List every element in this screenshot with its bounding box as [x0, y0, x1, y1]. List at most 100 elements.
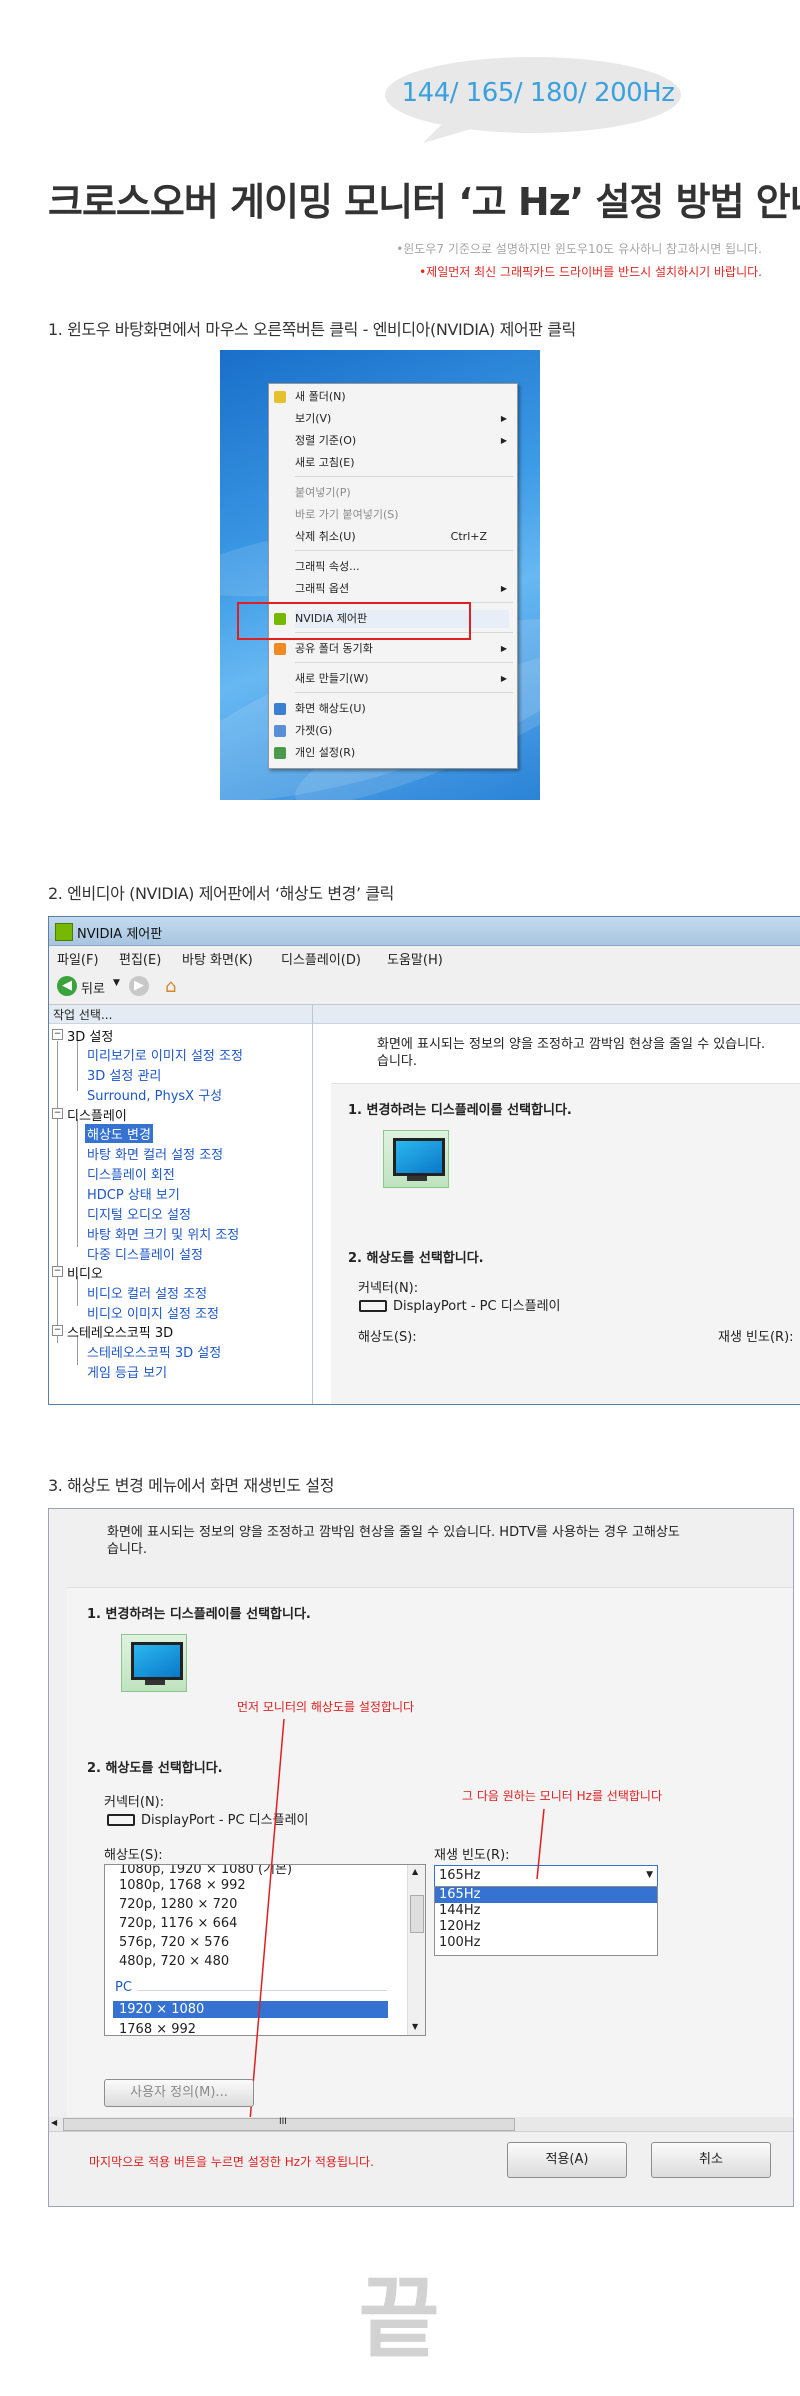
collapse-toggle[interactable]: − — [52, 1108, 63, 1119]
collapse-toggle[interactable]: − — [52, 1266, 63, 1277]
display-icon — [274, 703, 286, 715]
folder-icon — [274, 391, 286, 403]
section-select-resolution: 2. 해상도를 선택합니다. — [348, 1251, 484, 1266]
ctx-screen-resolution[interactable]: 화면 해상도(U) — [274, 700, 509, 718]
horizontal-scrollbar[interactable]: ◀ III — [49, 2117, 793, 2131]
tree-item-surround-physx[interactable]: Surround, PhysX 구성 — [87, 1085, 222, 1104]
submenu-arrow-icon: ▶ — [500, 644, 507, 653]
menu-edit[interactable]: 편집(E) — [119, 949, 161, 968]
tree-item-stereoscopic-settings[interactable]: 스테레오스코픽 3D 설정 — [87, 1342, 221, 1361]
tree-item-desktop-color[interactable]: 바탕 화면 컬러 설정 조정 — [87, 1144, 223, 1163]
tree-item-video-color[interactable]: 비디오 컬러 설정 조정 — [87, 1283, 207, 1302]
back-arrow-icon[interactable]: ◀ — [57, 976, 77, 996]
refresh-rate-headline: 144/ 165/ 180/ 200Hz — [401, 78, 675, 108]
home-icon[interactable]: ⌂ — [165, 976, 187, 998]
tree-item-game-ratings[interactable]: 게임 등급 보기 — [87, 1362, 167, 1381]
shortcut-text: Ctrl+Z — [450, 530, 487, 543]
note-windows-version: •윈도우7 기준으로 설명하지만 윈도우10도 유사하니 참고하시면 됩니다. — [396, 242, 762, 256]
task-tree-panel: 작업 선택... − − − − 3D 설정 미리보기로 이미지 설정 조정 3… — [49, 1005, 313, 1404]
tree-item-digital-audio[interactable]: 디지털 오디오 설정 — [87, 1204, 191, 1223]
menu-separator — [295, 476, 513, 477]
ctx-sync-folder[interactable]: 공유 폴더 동기화 ▶ — [274, 640, 509, 658]
ctx-graphics-options[interactable]: 그래픽 옵션 ▶ — [295, 580, 509, 598]
scroll-grip: III — [279, 2117, 287, 2127]
displayport-icon — [359, 1300, 387, 1312]
ctx-view[interactable]: 보기(V) ▶ — [295, 410, 509, 428]
note-driver-warning: •제일먼저 최신 그래픽카드 드라이버를 반드시 설치하시기 바랍니다. — [419, 265, 762, 279]
step-2-heading: 2. 엔비디아 (NVIDIA) 제어판에서 ‘해상도 변경’ 클릭 — [48, 884, 394, 903]
tree-line — [77, 1041, 78, 1091]
menu-file[interactable]: 파일(F) — [57, 949, 99, 968]
monitor-icon[interactable] — [383, 1130, 449, 1188]
task-header: 작업 선택... — [53, 1008, 113, 1022]
step-3-heading: 3. 해상도 변경 메뉴에서 화면 재생빈도 설정 — [48, 1476, 335, 1495]
end-mark: 끝 — [358, 2267, 442, 2370]
tree-category-3d[interactable]: 3D 설정 — [67, 1026, 113, 1045]
toolbar: ◀ 뒤로 ▼ ▶ ⌂ — [49, 968, 800, 1005]
connector-value: DisplayPort - PC 디스플레이 — [393, 1299, 561, 1314]
menu-separator — [295, 692, 513, 693]
ctx-sort-by[interactable]: 정렬 기준(O) ▶ — [295, 432, 509, 450]
scroll-thumb[interactable] — [63, 2118, 515, 2131]
window-title: NVIDIA 제어판 — [77, 927, 163, 942]
window-titlebar: NVIDIA 제어판 — [49, 917, 800, 946]
submenu-arrow-icon: ▶ — [500, 584, 507, 593]
menu-bar: 파일(F) 편집(E) 바탕 화면(K) 디스플레이(D) 도움말(H) — [49, 946, 800, 968]
connector-label: 커넥터(N): — [358, 1281, 419, 1296]
panel-header-bar — [313, 1005, 800, 1024]
ctx-refresh[interactable]: 새로 고침(E) — [295, 454, 509, 472]
refresh-rate-label: 재생 빈도(R): — [718, 1330, 794, 1345]
resolution-label: 해상도(S): — [358, 1330, 417, 1345]
tree-item-multiple-displays[interactable]: 다중 디스플레이 설정 — [87, 1244, 203, 1263]
ctx-personalize[interactable]: 개인 설정(R) — [274, 744, 509, 762]
ctx-graphics-properties[interactable]: 그래픽 속성... — [295, 558, 509, 576]
ctx-new-folder[interactable]: 새 폴더(N) — [274, 388, 509, 406]
dropdown-arrow-icon[interactable]: ▼ — [113, 978, 120, 988]
ctx-new[interactable]: 새로 만들기(W) ▶ — [295, 670, 509, 688]
tree-line — [77, 1119, 78, 1247]
nvidia-control-panel-window: NVIDIA 제어판 파일(F) 편집(E) 바탕 화면(K) 디스플레이(D)… — [48, 916, 800, 1405]
forward-arrow-icon[interactable]: ▶ — [129, 976, 149, 996]
desktop-context-menu: 새 폴더(N) 보기(V) ▶ 정렬 기준(O) ▶ 새로 고침(E) 붙여넣기(P… — [268, 383, 518, 769]
tree-item-preview-image-settings[interactable]: 미리보기로 이미지 설정 조정 — [87, 1045, 243, 1064]
apply-button[interactable]: 적용(A) — [507, 2142, 627, 2178]
page-title: 크로스오버 게이밍 모니터 ‘고 Hz’ 설정 방법 안내 — [48, 180, 800, 224]
panel-description: 화면에 표시되는 정보의 양을 조정하고 깜박임 현상을 줄일 수 있습니다. — [377, 1037, 766, 1052]
menu-separator — [295, 662, 513, 663]
resolution-settings-window: 화면에 표시되는 정보의 양을 조정하고 깜박임 현상을 줄일 수 있습니다. … — [48, 1508, 794, 2207]
ctx-paste: 붙여넣기(P) — [295, 486, 351, 499]
collapse-toggle[interactable]: − — [52, 1029, 63, 1040]
tree-category-video[interactable]: 비디오 — [67, 1263, 103, 1282]
tree-item-desktop-size-position[interactable]: 바탕 화면 크기 및 위치 조정 — [87, 1224, 239, 1243]
personalize-icon — [274, 747, 286, 759]
tree-item-manage-3d[interactable]: 3D 설정 관리 — [87, 1065, 161, 1084]
menu-display[interactable]: 디스플레이(D) — [281, 949, 361, 968]
submenu-arrow-icon: ▶ — [500, 436, 507, 445]
panel-description-wrap: 습니다. — [377, 1054, 418, 1069]
tree-category-display[interactable]: 디스플레이 — [67, 1105, 127, 1124]
bottom-bar: 마지막으로 적용 버튼을 누르면 설정한 Hz가 적용됩니다. 적용(A) 취소 — [49, 2131, 793, 2206]
ctx-gadgets[interactable]: 가젯(G) — [274, 722, 509, 740]
submenu-arrow-icon: ▶ — [500, 414, 507, 423]
tree-item-change-resolution[interactable]: 해상도 변경 — [85, 1124, 153, 1143]
ctx-paste-shortcut: 바로 가기 붙여넣기(S) — [295, 508, 399, 521]
submenu-arrow-icon: ▶ — [500, 674, 507, 683]
menu-desktop[interactable]: 바탕 화면(K) — [182, 949, 253, 968]
back-button-label[interactable]: 뒤로 — [81, 978, 105, 997]
tree-item-video-image[interactable]: 비디오 이미지 설정 조정 — [87, 1303, 219, 1322]
collapse-toggle[interactable]: − — [52, 1325, 63, 1336]
menu-help[interactable]: 도움말(H) — [387, 949, 443, 968]
custom-resolution-button[interactable]: 사용자 정의(M)... — [104, 2079, 254, 2107]
cancel-button[interactable]: 취소 — [651, 2142, 771, 2178]
section-select-display: 1. 변경하려는 디스플레이를 선택합니다. — [348, 1103, 572, 1118]
tree-category-stereoscopic[interactable]: 스테레오스코픽 3D — [67, 1322, 173, 1341]
arrow-to-refresh — [536, 1808, 545, 1880]
scroll-left-icon[interactable]: ◀ — [51, 2118, 57, 2127]
tree-item-rotate-display[interactable]: 디스플레이 회전 — [87, 1164, 175, 1183]
highlight-box — [237, 602, 471, 640]
tree-item-hdcp-status[interactable]: HDCP 상태 보기 — [87, 1184, 180, 1203]
tree-line — [57, 1041, 58, 1343]
step-1-heading: 1. 윈도우 바탕화면에서 마우스 오른쪽버튼 클릭 - 엔비디아(NVIDIA… — [48, 320, 576, 339]
ctx-undo-delete[interactable]: 삭제 취소(U) Ctrl+Z — [295, 528, 509, 546]
gadget-icon — [274, 725, 286, 737]
